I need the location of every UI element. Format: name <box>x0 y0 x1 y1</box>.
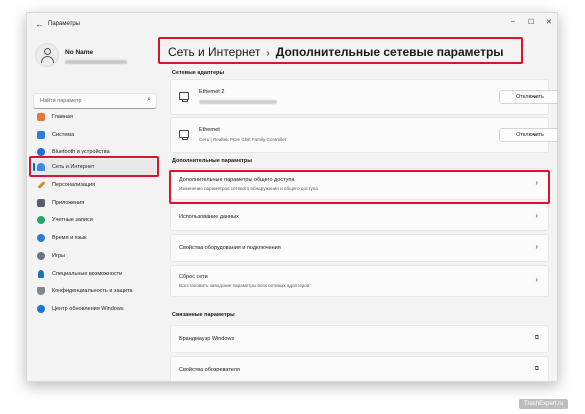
setting-title: Дополнительные параметры общего доступа <box>179 177 295 183</box>
chevron-down-icon[interactable]: ⌄ <box>531 91 538 100</box>
search-input[interactable]: Найти параметр ⌕ <box>33 93 157 109</box>
sidebar-item-label: Специальные возможности <box>52 271 123 277</box>
sidebar-item-accessibility[interactable]: Специальные возможности <box>33 266 157 282</box>
network-reset-setting[interactable]: Сброс сети Восстановить заводские параме… <box>170 265 549 297</box>
disable-adapter-button[interactable]: Отключить <box>499 128 557 142</box>
breadcrumb-separator: › <box>266 48 270 59</box>
sidebar-item-label: Главная <box>52 114 73 120</box>
time-language-icon <box>37 234 45 242</box>
setting-subtitle: Изменение параметров сетевого обнаружени… <box>179 186 318 191</box>
setting-title: Свойства оборудования и подключения <box>179 245 281 251</box>
external-link-icon: ⧉ <box>534 366 539 372</box>
minimize-button[interactable]: – <box>511 18 515 25</box>
page-title: Дополнительные сетевые параметры <box>275 45 504 59</box>
back-arrow-icon[interactable]: ← <box>35 19 44 29</box>
adapter-description: Сеть | Realtek PCIe GbE Family Controlle… <box>199 137 287 142</box>
setting-title: Свойства обозревателя <box>179 367 240 373</box>
breadcrumb-parent[interactable]: Сеть и Интернет <box>168 45 260 59</box>
sidebar-item-gaming[interactable]: Игры <box>33 248 157 264</box>
sidebar-item-label: Игры <box>52 253 65 259</box>
network-icon <box>37 163 45 171</box>
accounts-icon <box>37 216 45 224</box>
brush-icon <box>37 181 46 189</box>
active-indicator <box>33 163 35 171</box>
adapter-name: Ethernet 2 <box>199 89 225 95</box>
user-name: No Name <box>65 49 94 56</box>
chevron-right-icon: › <box>535 242 538 251</box>
ethernet-icon <box>179 92 189 102</box>
sidebar-item-label: Bluetooth и устройства <box>52 149 110 155</box>
sidebar-item-label: Конфиденциальность и защита <box>52 288 133 294</box>
maximize-button[interactable]: ☐ <box>528 18 534 26</box>
hardware-properties-setting[interactable]: Свойства оборудования и подключения › <box>170 234 549 262</box>
app-title: Параметры <box>48 21 80 27</box>
sidebar-item-label: Время и язык <box>52 235 87 241</box>
sidebar-item-personalization[interactable]: Персонализация <box>33 177 157 193</box>
adapter-card-ethernet[interactable]: Ethernet Сеть | Realtek PCIe GbE Family … <box>170 117 557 153</box>
sidebar-item-home[interactable]: Главная <box>33 109 157 125</box>
sidebar-item-apps[interactable]: Приложения <box>33 195 157 211</box>
watermark: TrashExpert.ru <box>519 399 569 409</box>
gaming-icon <box>37 252 45 260</box>
avatar-body-shape <box>41 56 54 63</box>
section-additional-settings: Дополнительные параметры <box>172 158 252 164</box>
title-bar: ← Параметры – ☐ ✕ <box>27 13 557 37</box>
settings-window: ← Параметры – ☐ ✕ No Name Найти параметр… <box>26 12 558 382</box>
sidebar-item-label: Учетные записи <box>52 217 93 223</box>
section-network-adapters: Сетевые адаптеры <box>172 70 225 76</box>
close-button[interactable]: ✕ <box>546 18 552 26</box>
internet-options-link[interactable]: Свойства обозревателя ⧉ <box>170 356 549 381</box>
sidebar-item-label: Центр обновления Windows <box>52 306 124 312</box>
sidebar-item-accounts[interactable]: Учетные записи <box>33 212 157 228</box>
advanced-sharing-settings[interactable]: Дополнительные параметры общего доступа … <box>170 168 549 200</box>
apps-icon <box>37 199 45 207</box>
ethernet-icon <box>179 130 189 140</box>
sidebar-item-bluetooth[interactable]: Bluetooth и устройства <box>33 144 157 160</box>
sidebar-item-windows-update[interactable]: Центр обновления Windows <box>33 301 157 317</box>
sidebar-item-network[interactable]: Сеть и Интернет <box>33 159 157 175</box>
chevron-right-icon: › <box>535 211 538 220</box>
data-usage-setting[interactable]: Использование данных › <box>170 203 549 231</box>
setting-title: Использование данных <box>179 214 239 220</box>
chevron-right-icon: › <box>535 275 538 284</box>
accessibility-icon <box>38 270 44 278</box>
setting-title: Сброс сети <box>179 274 208 280</box>
adapter-description-blurred <box>199 100 277 104</box>
update-icon <box>37 305 45 313</box>
shield-icon <box>37 287 45 295</box>
setting-subtitle: Восстановить заводские параметры всех се… <box>179 283 310 288</box>
sidebar-item-label: Сеть и Интернет <box>52 164 95 170</box>
windows-firewall-link[interactable]: Брандмауэр Windows ⧉ <box>170 325 549 353</box>
section-related-settings: Связанные параметры <box>172 312 235 318</box>
external-link-icon: ⧉ <box>534 335 539 341</box>
breadcrumb: Сеть и Интернет › Дополнительные сетевые п… <box>168 45 504 59</box>
bluetooth-icon <box>37 148 45 156</box>
search-icon: ⌕ <box>147 96 151 103</box>
sidebar-item-privacy[interactable]: Конфиденциальность и защита <box>33 283 157 299</box>
chevron-down-icon[interactable]: ⌄ <box>531 129 538 138</box>
adapter-card-ethernet-2[interactable]: Ethernet 2 Отключить ⌄ <box>170 79 557 115</box>
sidebar-item-system[interactable]: Система <box>33 127 157 143</box>
search-placeholder: Найти параметр <box>40 98 82 104</box>
system-icon <box>37 131 45 139</box>
adapter-name: Ethernet <box>199 127 220 133</box>
disable-adapter-button[interactable]: Отключить <box>499 90 557 104</box>
avatar[interactable] <box>35 43 59 67</box>
sidebar-item-label: Приложения <box>52 200 85 206</box>
sidebar-item-label: Персонализация <box>52 182 96 188</box>
setting-title: Брандмауэр Windows <box>179 336 235 342</box>
sidebar-item-label: Система <box>52 132 75 138</box>
home-icon <box>37 113 45 121</box>
user-email-blurred <box>65 60 127 64</box>
chevron-right-icon: › <box>535 178 538 187</box>
sidebar-item-time-language[interactable]: Время и язык <box>33 230 157 246</box>
avatar-head-shape <box>44 48 51 55</box>
